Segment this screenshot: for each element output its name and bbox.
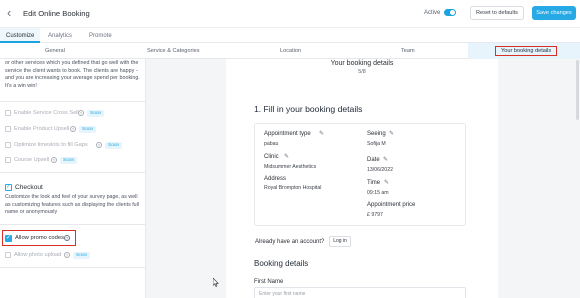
save-changes-button[interactable]: Save changes [532, 6, 576, 20]
soon-badge: Soon [73, 252, 91, 259]
course-upsell-label: Course Upsell [14, 157, 50, 163]
primary-tabs: Customize Analytics Promote [0, 28, 580, 43]
appointment-type-label: Appointment type [264, 131, 311, 137]
checkout-title: Checkout [15, 184, 43, 191]
help-icon[interactable]: ? [51, 157, 57, 163]
clinic-value: Midsummer Aesthetics [264, 164, 317, 170]
account-question: Already have an account? [255, 239, 325, 245]
time-label: Time [367, 180, 381, 186]
optimize-timeslots-label: Optimize timeslots to fill Gaps [14, 142, 88, 148]
tab-team[interactable]: Team [401, 48, 415, 54]
tab-general[interactable]: General [45, 48, 65, 54]
date-label: Date [367, 157, 380, 163]
settings-panel [0, 59, 146, 298]
tab-location[interactable]: Location [280, 48, 301, 54]
help-icon[interactable]: ? [64, 235, 70, 241]
back-arrow-icon[interactable]: ‹ [7, 6, 17, 19]
tab-analytics[interactable]: Analytics [48, 33, 72, 39]
edit-pencil-icon[interactable]: ✎ [383, 156, 388, 163]
help-icon[interactable]: ? [70, 126, 76, 132]
product-upsell-checkbox[interactable] [5, 126, 11, 132]
help-icon[interactable]: ? [78, 110, 84, 116]
address-label: Address [264, 176, 287, 182]
optimize-timeslots-checkbox[interactable] [5, 142, 11, 148]
checkout-description: Customize the look and feel of your surv… [5, 194, 139, 215]
tab-customize[interactable]: Customize [6, 33, 34, 39]
active-label: Active [424, 10, 441, 16]
divider [0, 267, 146, 268]
product-upsell-label: Enable Product Upsell [14, 126, 70, 132]
soon-badge: Soon [79, 126, 97, 133]
edit-pencil-icon[interactable]: ✎ [389, 130, 394, 137]
help-icon[interactable]: ? [64, 252, 70, 258]
booking-step-indicator: 5/8 [358, 69, 366, 75]
booking-details-card [254, 123, 466, 226]
reset-to-defaults-button[interactable]: Reset to defaults [470, 6, 524, 20]
allow-promo-codes-checkbox[interactable]: ✓ [5, 235, 12, 242]
help-icon[interactable]: ? [96, 142, 102, 148]
seeing-label: Seeing [367, 131, 386, 137]
divider [0, 224, 146, 225]
log-in-button[interactable]: Log in [329, 236, 351, 247]
service-cross-sell-checkbox[interactable] [5, 110, 11, 116]
clinic-label: Clinic [264, 154, 279, 160]
address-value: Royal Brompton Hospital [264, 185, 322, 191]
first-name-label: First Name [254, 279, 284, 285]
toggle-knob [450, 10, 455, 15]
top-bar: ‹ Edit Online Booking Active Reset to de… [0, 0, 580, 28]
edit-pencil-icon[interactable]: ✎ [384, 179, 389, 186]
cross-sell-description: or other services which you defined that… [5, 60, 140, 89]
fill-details-heading: 1. Fill in your booking details [254, 104, 363, 114]
tab-service-categories[interactable]: Service & Categories [147, 48, 200, 54]
booking-preview-title: Your booking details [330, 60, 394, 67]
appointment-price-value: £ 9797 [367, 212, 383, 218]
mouse-cursor-icon [213, 278, 219, 287]
date-value: 13/06/2022 [367, 167, 393, 173]
edit-pencil-icon[interactable]: ✎ [319, 130, 324, 137]
soon-badge: Soon [87, 110, 105, 117]
seeing-value: Sofija M [367, 141, 386, 147]
allow-photo-upload-checkbox[interactable] [5, 252, 11, 258]
edit-pencil-icon[interactable]: ✎ [284, 153, 289, 160]
divider [0, 172, 146, 173]
page-title: Edit Online Booking [23, 9, 90, 18]
allow-photo-upload-label: Allow photo upload [14, 252, 62, 258]
time-value: 09:15 am [367, 190, 389, 196]
appointment-price-label: Appointment price [367, 202, 416, 208]
tab-your-booking-details[interactable]: Your booking details [501, 48, 551, 54]
checkout-check-icon: ✓ [5, 184, 12, 191]
soon-badge: Soon [60, 157, 78, 164]
appointment-type-value: pabau [264, 141, 279, 147]
active-toggle[interactable] [444, 9, 456, 16]
allow-promo-codes-label: Allow promo codes [15, 235, 64, 241]
booking-details-heading: Booking details [254, 259, 309, 268]
scrollbar[interactable] [576, 60, 579, 120]
first-name-placeholder: Enter your first name [259, 291, 306, 297]
tab-promote[interactable]: Promote [89, 33, 112, 39]
soon-badge: Soon [105, 142, 123, 149]
divider [0, 101, 146, 102]
course-upsell-checkbox[interactable] [5, 157, 11, 163]
service-cross-sell-label: Enable Service Cross Sell [14, 110, 79, 116]
